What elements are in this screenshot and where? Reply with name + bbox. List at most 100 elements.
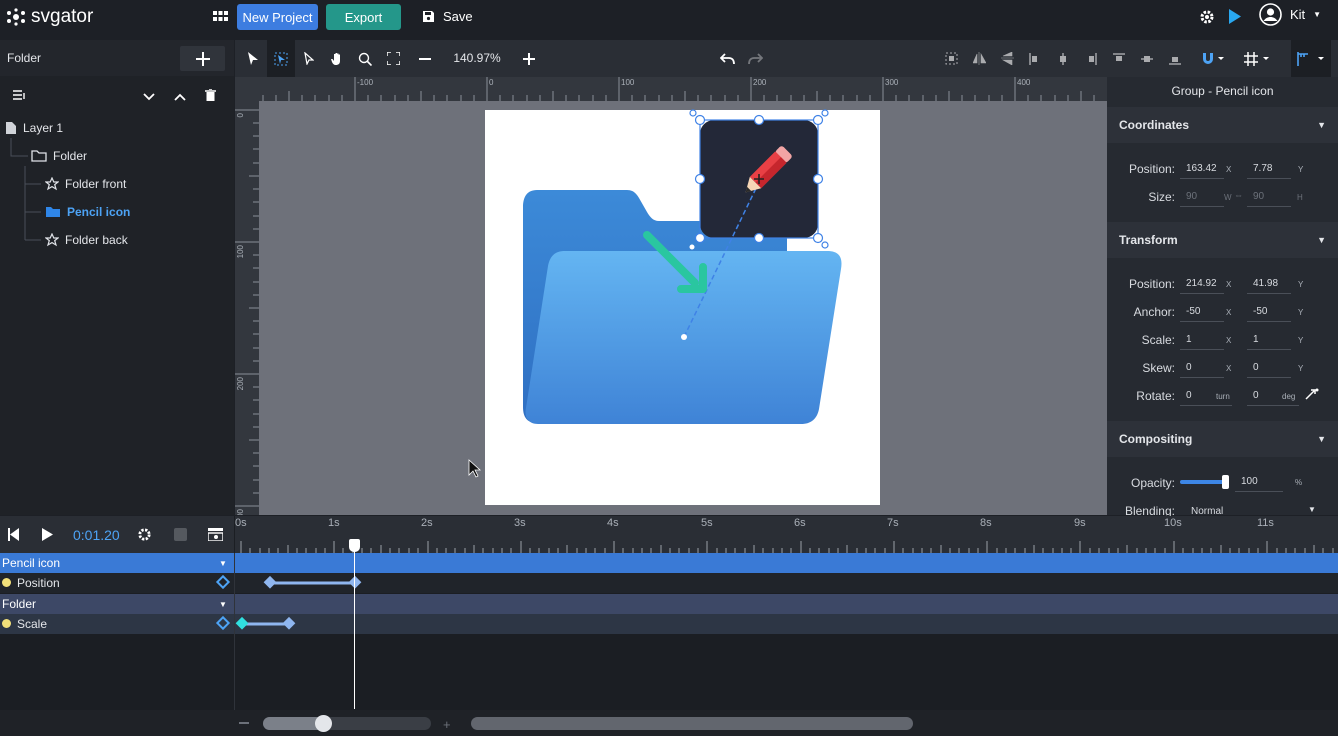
coordinates-section[interactable]: Coordinates ▼ xyxy=(1107,107,1338,143)
skew-label: Skew: xyxy=(1142,361,1175,375)
unit-y: Y xyxy=(1298,280,1304,289)
zoom-in-icon[interactable]: + xyxy=(443,717,451,732)
anchor-x-input[interactable]: -50 xyxy=(1180,302,1224,322)
time-tick-label: 2s xyxy=(421,517,433,529)
transform-position-y-input[interactable]: 41.98 xyxy=(1247,274,1291,294)
current-time[interactable]: 0:01.20 xyxy=(73,527,120,543)
keyframe-toggle-icon[interactable] xyxy=(215,615,231,631)
zoom-fit-icon[interactable] xyxy=(351,40,379,77)
projects-grid-icon[interactable] xyxy=(213,11,228,23)
skew-x-input[interactable]: 0 xyxy=(1180,358,1224,378)
unit-x: X xyxy=(1226,165,1232,174)
direct-select-tool-icon[interactable] xyxy=(295,40,323,77)
section-title: Transform xyxy=(1119,233,1178,247)
artwork[interactable] xyxy=(235,77,1107,515)
unit-h: H xyxy=(1297,193,1303,202)
avatar xyxy=(1259,3,1282,26)
align-bottom-icon[interactable] xyxy=(1161,40,1189,77)
time-tick-label: 0s xyxy=(235,517,247,529)
record-icon[interactable] xyxy=(174,528,187,541)
new-project-button[interactable]: New Project xyxy=(237,4,318,30)
layers-panel: Folder Layer 1 Folder Folder front Penci… xyxy=(0,40,234,515)
transform-position-x-input[interactable]: 214.92 xyxy=(1180,274,1224,294)
align-center-h-icon[interactable] xyxy=(1049,40,1077,77)
align-left-icon[interactable] xyxy=(1021,40,1049,77)
zoom-level[interactable]: 140.97% xyxy=(447,51,507,65)
time-tick-label: 1s xyxy=(328,517,340,529)
track-label: Position xyxy=(17,576,60,590)
group-select-icon[interactable] xyxy=(937,40,965,77)
play-icon[interactable] xyxy=(42,528,53,544)
preview-play-icon[interactable] xyxy=(1229,9,1241,27)
settings-gear-icon[interactable] xyxy=(1199,9,1215,28)
snapping-magnet-icon[interactable] xyxy=(1195,40,1231,77)
timeline-settings-icon[interactable] xyxy=(137,527,152,545)
opacity-slider-handle[interactable] xyxy=(1222,475,1229,489)
redo-icon[interactable] xyxy=(741,40,769,77)
zoom-out-button[interactable] xyxy=(411,40,439,77)
timeline-panel: 0:01.20 0s 1s 2s 3s 4s 5s 6s 7s 8s 9s 10… xyxy=(0,516,1338,736)
align-middle-icon[interactable] xyxy=(1133,40,1161,77)
export-button[interactable]: Export xyxy=(326,4,401,30)
anchor-y-input[interactable]: -50 xyxy=(1247,302,1291,322)
timeline-zoom-fill xyxy=(263,717,323,730)
coord-position-y-input[interactable]: 7.78 xyxy=(1247,159,1291,179)
chevron-down-icon[interactable]: ▼ xyxy=(219,600,227,609)
scale-x-input[interactable]: 1 xyxy=(1180,330,1224,350)
playhead-line xyxy=(354,546,355,709)
keyframe-toggle-icon[interactable] xyxy=(215,574,231,590)
time-tick-label: 7s xyxy=(887,517,899,529)
properties-panel: Group - Pencil icon Coordinates ▼ Positi… xyxy=(1107,77,1338,518)
rotate-label: Rotate: xyxy=(1136,389,1175,403)
canvas-area[interactable]: -100 0 100 200 300 400 0 100 200 300 xyxy=(235,77,1107,515)
flip-vertical-icon[interactable] xyxy=(993,40,1021,77)
transform-section[interactable]: Transform ▼ xyxy=(1107,222,1338,258)
chevron-down-icon[interactable]: ▼ xyxy=(219,559,227,568)
guides-icon[interactable] xyxy=(1291,40,1331,77)
save-button[interactable]: Save xyxy=(422,9,473,24)
bulb-icon[interactable] xyxy=(2,578,11,587)
flip-horizontal-icon[interactable] xyxy=(965,40,993,77)
opacity-input[interactable]: 100 xyxy=(1235,472,1283,492)
compositing-section[interactable]: Compositing ▼ xyxy=(1107,421,1338,457)
select-tool-icon[interactable] xyxy=(239,40,267,77)
opacity-slider[interactable] xyxy=(1180,480,1228,484)
timeline-scrollbar[interactable] xyxy=(471,717,913,730)
zoom-in-button[interactable] xyxy=(515,40,543,77)
scale-y-input[interactable]: 1 xyxy=(1247,330,1291,350)
coord-size-h-input[interactable]: 90 xyxy=(1247,187,1291,207)
time-ruler[interactable]: 0s 1s 2s 3s 4s 5s 6s 7s 8s 9s 10s 11s xyxy=(235,516,1338,553)
section-title: Compositing xyxy=(1119,432,1193,446)
app-logo[interactable]: svgator xyxy=(6,6,93,28)
timeline-zoom-handle[interactable] xyxy=(315,715,332,732)
zoom-out-icon[interactable] xyxy=(239,722,249,724)
undo-icon[interactable] xyxy=(713,40,741,77)
chevron-down-icon[interactable]: ▼ xyxy=(1308,505,1316,514)
fullscreen-icon[interactable] xyxy=(379,40,407,77)
chevron-down-icon: ▼ xyxy=(1313,10,1322,19)
skip-start-icon[interactable] xyxy=(8,528,19,544)
unit-y: Y xyxy=(1298,364,1304,373)
keyframes-layer xyxy=(235,575,362,630)
coord-size-w-input[interactable]: 90 xyxy=(1180,187,1224,207)
app-name: svgator xyxy=(31,6,94,27)
align-right-icon[interactable] xyxy=(1077,40,1105,77)
bulb-icon[interactable] xyxy=(2,619,11,628)
hand-tool-icon[interactable] xyxy=(323,40,351,77)
auto-rotate-icon[interactable] xyxy=(1305,388,1319,403)
timeline-view-icon[interactable] xyxy=(207,528,224,544)
coord-position-label: Position: xyxy=(1128,162,1175,176)
playhead-handle[interactable] xyxy=(349,539,360,552)
link-ratio-icon[interactable]: ⇔ xyxy=(1234,190,1243,200)
time-tick-label: 9s xyxy=(1074,517,1086,529)
unit-percent: % xyxy=(1295,478,1303,487)
unit-y: Y xyxy=(1298,336,1304,345)
user-menu[interactable]: Kit ▼ xyxy=(1259,3,1321,26)
track-label: Pencil icon xyxy=(2,556,61,570)
coord-position-x-input[interactable]: 163.42 xyxy=(1180,159,1224,179)
chevron-down-icon: ▼ xyxy=(1317,434,1326,444)
align-top-icon[interactable] xyxy=(1105,40,1133,77)
skew-y-input[interactable]: 0 xyxy=(1247,358,1291,378)
grid-icon[interactable] xyxy=(1239,40,1275,77)
node-select-tool-icon[interactable] xyxy=(267,40,295,77)
